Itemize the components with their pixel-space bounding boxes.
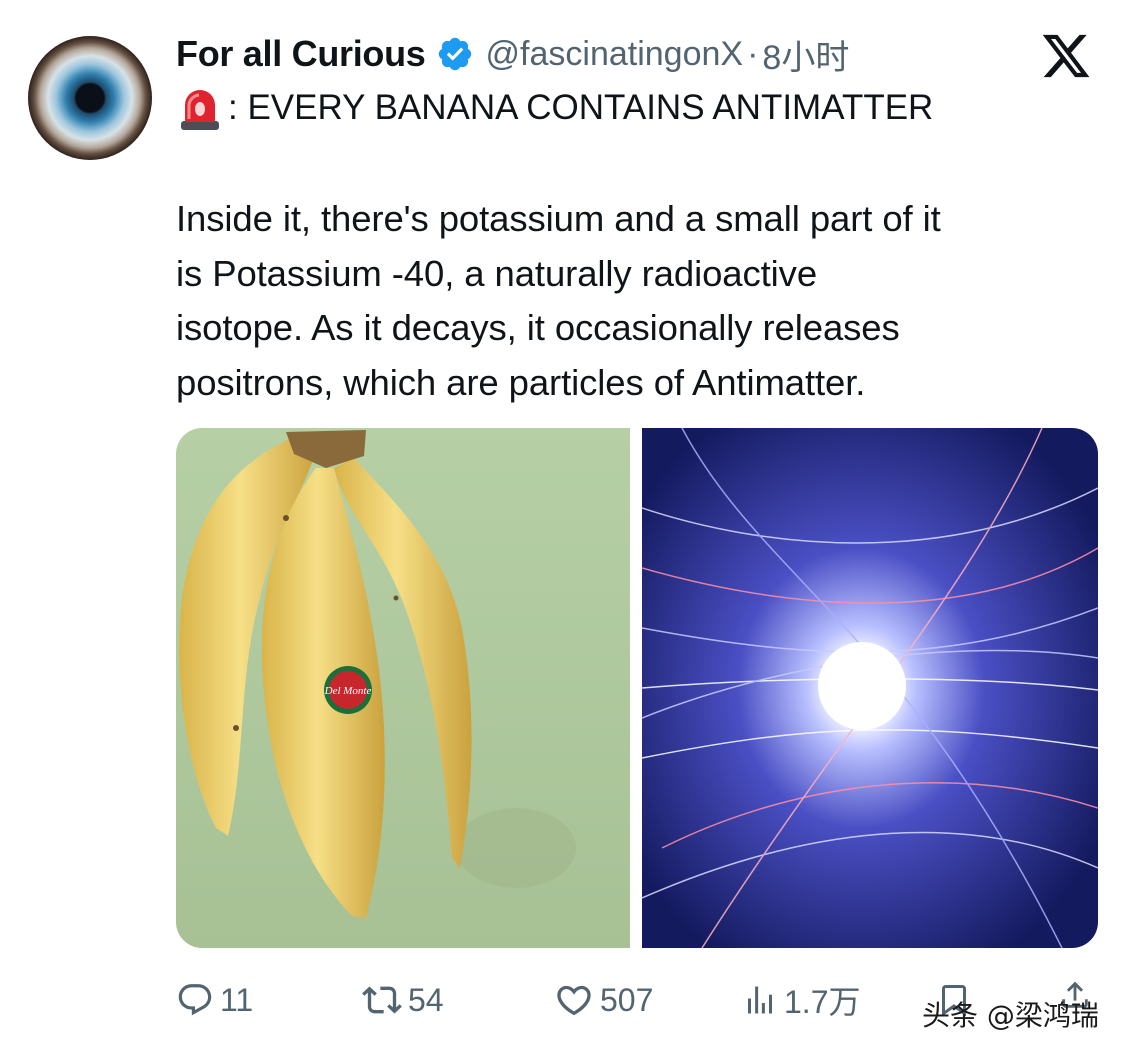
- retweet-button[interactable]: 54: [362, 975, 444, 1025]
- meta-separator: ·: [747, 34, 759, 73]
- retweet-count: 54: [408, 981, 444, 1018]
- like-button[interactable]: 507: [554, 975, 653, 1025]
- like-icon: [557, 985, 591, 1016]
- reply-count: 11: [220, 981, 254, 1018]
- views-button[interactable]: 1.7万: [742, 975, 861, 1025]
- tweet-header: For all Curious @fascinatingonX · 8小时: [176, 28, 1056, 80]
- verified-badge-icon: [438, 37, 471, 71]
- watermark-text: 头条 @梁鸿瑞: [922, 999, 1099, 1032]
- views-icon: [748, 986, 772, 1014]
- author-avatar[interactable]: [28, 36, 152, 160]
- reply-button[interactable]: 11: [176, 975, 253, 1025]
- antimatter-illustration[interactable]: [642, 428, 1098, 948]
- like-count: 507: [600, 981, 654, 1018]
- x-logo-icon[interactable]: [1040, 30, 1092, 82]
- tweet-media[interactable]: Del Monte: [176, 428, 1098, 948]
- author-name[interactable]: For all Curious: [176, 33, 426, 75]
- author-handle[interactable]: @fascinatingonX: [486, 35, 744, 74]
- tweet-timestamp[interactable]: 8小时: [762, 30, 849, 79]
- headline-text: : EVERY BANANA CONTAINS ANTIMATTER: [228, 88, 934, 127]
- siren-emoji-icon: [181, 90, 219, 130]
- banana-photo[interactable]: Del Monte: [176, 428, 630, 948]
- retweet-icon: [362, 986, 402, 1014]
- views-count: 1.7万: [784, 984, 861, 1020]
- tweet-headline: : EVERY BANANA CONTAINS ANTIMATTER: [178, 82, 933, 134]
- reply-icon: [178, 984, 212, 1016]
- tweet-body-text: Inside it, there's potassium and a small…: [176, 198, 941, 403]
- banana-sticker-label: Del Monte: [324, 685, 372, 697]
